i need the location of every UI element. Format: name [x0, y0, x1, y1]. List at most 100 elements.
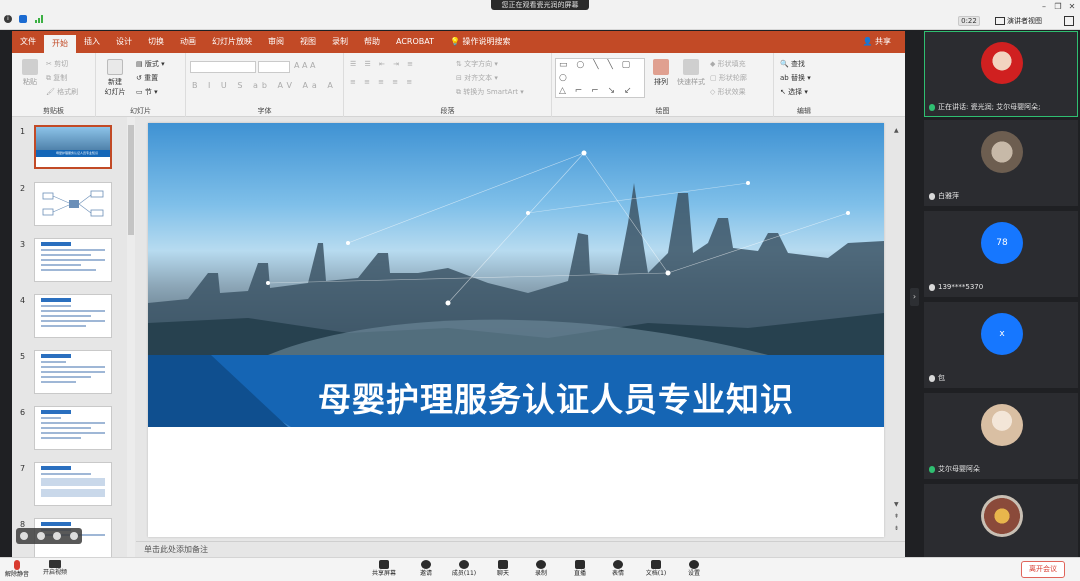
find-button[interactable]: 🔍 查找 [780, 59, 805, 69]
scroll-up-icon[interactable]: ▲ [894, 127, 899, 134]
docs-button[interactable]: 文档(1) [641, 560, 671, 578]
scroll-down-icon[interactable]: ▼ [894, 501, 899, 508]
slide-thumbnail-2[interactable] [34, 182, 112, 226]
share-button[interactable]: 👤 共享 [862, 31, 891, 53]
pointer-icon[interactable] [36, 532, 45, 540]
copy-button[interactable]: ⧉ 复制 [46, 73, 67, 83]
start-video-button[interactable]: 开启视频 [42, 560, 68, 577]
font-size-box[interactable] [258, 61, 290, 73]
shape-fill-button[interactable]: ◆ 形状填充 [710, 59, 746, 69]
participant-tile[interactable]: x 包 [924, 302, 1078, 388]
quick-styles-button[interactable]: 快速样式 [674, 59, 708, 87]
settings-button[interactable]: 设置 [679, 560, 709, 578]
participant-tile[interactable]: 白雅萍 [924, 120, 1078, 206]
tab-acrobat[interactable]: ACROBAT [388, 31, 442, 53]
list-icons[interactable]: ☰ ☰ ⇤ ⇥ ≡ [350, 59, 416, 69]
slide-thumbnail-7[interactable] [34, 462, 112, 506]
speaker-view-toggle[interactable]: 演讲者视图 [995, 15, 1042, 27]
paragraph-group-label: 段落 [440, 107, 455, 115]
tab-view[interactable]: 视图 [292, 31, 324, 53]
live-button[interactable]: 直播 [565, 560, 595, 578]
shield-icon[interactable] [19, 15, 27, 23]
stop-share-icon[interactable] [53, 532, 62, 540]
participant-tile[interactable]: 艾尔母婴阿朵 [924, 393, 1078, 479]
tab-insert[interactable]: 插入 [76, 31, 108, 53]
tab-animations[interactable]: 动画 [172, 31, 204, 53]
thumbnail-row[interactable]: 3 [12, 238, 136, 288]
shape-outline-button[interactable]: ▢ 形状轮廓 [710, 73, 747, 83]
reactions-button[interactable]: 表情 [603, 560, 633, 578]
thumbnail-scrollbar[interactable] [127, 117, 135, 557]
slide-scrollbar[interactable]: ▲ ▼ ⇞ ⇟ [892, 123, 902, 537]
prev-slide-icon[interactable]: ⇞ [894, 513, 899, 520]
members-button[interactable]: 成员(11) [449, 560, 479, 578]
new-slide-button[interactable]: 新建 幻灯片 [100, 59, 130, 97]
scroll-thumb[interactable] [128, 125, 134, 235]
font-name-box[interactable] [190, 61, 256, 73]
screen-share-banner[interactable]: 您正在观看瓷光润的屏幕 [491, 0, 589, 10]
align-text-button[interactable]: ⊟ 对齐文本 ▾ [456, 73, 498, 83]
restore-icon[interactable]: ❐ [1052, 2, 1064, 11]
tab-slideshow[interactable]: 幻灯片放映 [204, 31, 260, 53]
participant-name: 包 [938, 374, 945, 382]
slide-thumbnail-6[interactable] [34, 406, 112, 450]
participant-tile[interactable]: 78 139****5370 [924, 211, 1078, 297]
invite-button[interactable]: 邀请 [411, 560, 441, 578]
close-icon[interactable]: ✕ [1066, 2, 1078, 11]
screen-share-mini-toolbar[interactable] [16, 528, 82, 544]
thumbnail-row[interactable]: 2 [12, 182, 136, 232]
unmute-button[interactable]: 解除静音 [4, 560, 30, 579]
smartart-button[interactable]: ⧉ 转换为 SmartArt ▾ [456, 87, 524, 97]
layout-button[interactable]: ▤ 版式 ▾ [136, 59, 165, 69]
text-direction-button[interactable]: ⇅ 文字方向 ▾ [456, 59, 498, 69]
tab-file[interactable]: 文件 [12, 31, 44, 53]
thumbnail-row[interactable]: 7 [12, 462, 136, 512]
slide-thumbnail-5[interactable] [34, 350, 112, 394]
format-painter-button[interactable]: 🖌 格式刷 [46, 87, 78, 97]
slide-thumbnail-4[interactable] [34, 294, 112, 338]
chat-button[interactable]: 聊天 [488, 560, 518, 578]
next-slide-icon[interactable]: ⇟ [894, 525, 899, 532]
record-button[interactable]: 录制 [526, 560, 556, 578]
tab-record[interactable]: 录制 [324, 31, 356, 53]
shapes-gallery[interactable]: ▭ ○ ╲ ╲ ▢ ○△ ⌐ ⌐ ↘ ↙ ⬡{ } ☆ ⌒ ~ ∿ [555, 58, 645, 98]
tab-help[interactable]: 帮助 [356, 31, 388, 53]
shape-effects-button[interactable]: ◇ 形状效果 [710, 87, 746, 97]
select-button[interactable]: ↖ 选择 ▾ [780, 87, 808, 97]
font-style-icons[interactable]: B I U S ab AV Aa A [192, 81, 337, 91]
slide-thumbnail-1[interactable]: 母婴护理服务认证人员专业知识 [34, 125, 112, 169]
annotate-icon[interactable] [20, 532, 29, 540]
font-grow-icons[interactable]: A A A [294, 61, 316, 71]
tab-design[interactable]: 设计 [108, 31, 140, 53]
minimize-icon[interactable]: – [1038, 2, 1050, 11]
thumbnail-row[interactable]: 6 [12, 406, 136, 456]
replace-button[interactable]: ab 替换 ▾ [780, 73, 811, 83]
participant-tile[interactable] [924, 484, 1078, 557]
paste-button[interactable]: 粘贴 [18, 59, 42, 87]
tab-review[interactable]: 审阅 [260, 31, 292, 53]
more-icon[interactable] [69, 532, 78, 540]
participant-tile[interactable]: 正在讲话: 瓷光润; 艾尔母婴阿朵; [924, 31, 1078, 117]
tab-home[interactable]: 开始 [44, 35, 76, 53]
thumbnail-row[interactable]: 1 母婴护理服务认证人员专业知识 [12, 125, 136, 175]
section-button[interactable]: ▭ 节 ▾ [136, 87, 158, 97]
thumbnail-row[interactable]: 4 [12, 294, 136, 344]
info-icon[interactable]: i [4, 15, 12, 23]
fullscreen-icon[interactable] [1064, 16, 1074, 26]
share-screen-button[interactable]: 共享屏幕 [369, 560, 399, 578]
leave-meeting-button[interactable]: 离开会议 [1021, 561, 1065, 578]
reset-button[interactable]: ↺ 重置 [136, 73, 158, 83]
align-icons[interactable]: ≡ ≡ ≡ ≡ ≡ [350, 77, 415, 87]
cut-button[interactable]: ✂ 剪切 [46, 59, 68, 69]
thumbnail-row[interactable]: 5 [12, 350, 136, 400]
collapse-panel-button[interactable]: › [910, 288, 919, 306]
slide-title[interactable]: 母婴护理服务认证人员专业知识 [318, 373, 794, 421]
arrange-button[interactable]: 排列 [650, 59, 672, 87]
tell-me-search[interactable]: 💡 操作说明搜索 [442, 31, 519, 53]
notes-pane[interactable]: 单击此处添加备注 [136, 541, 905, 557]
tab-transitions[interactable]: 切换 [140, 31, 172, 53]
signal-icon[interactable] [35, 15, 44, 23]
settings-label: 设置 [687, 570, 700, 577]
slide-thumbnail-3[interactable] [34, 238, 112, 282]
current-slide[interactable]: 母婴护理服务认证人员专业知识 [148, 123, 884, 537]
